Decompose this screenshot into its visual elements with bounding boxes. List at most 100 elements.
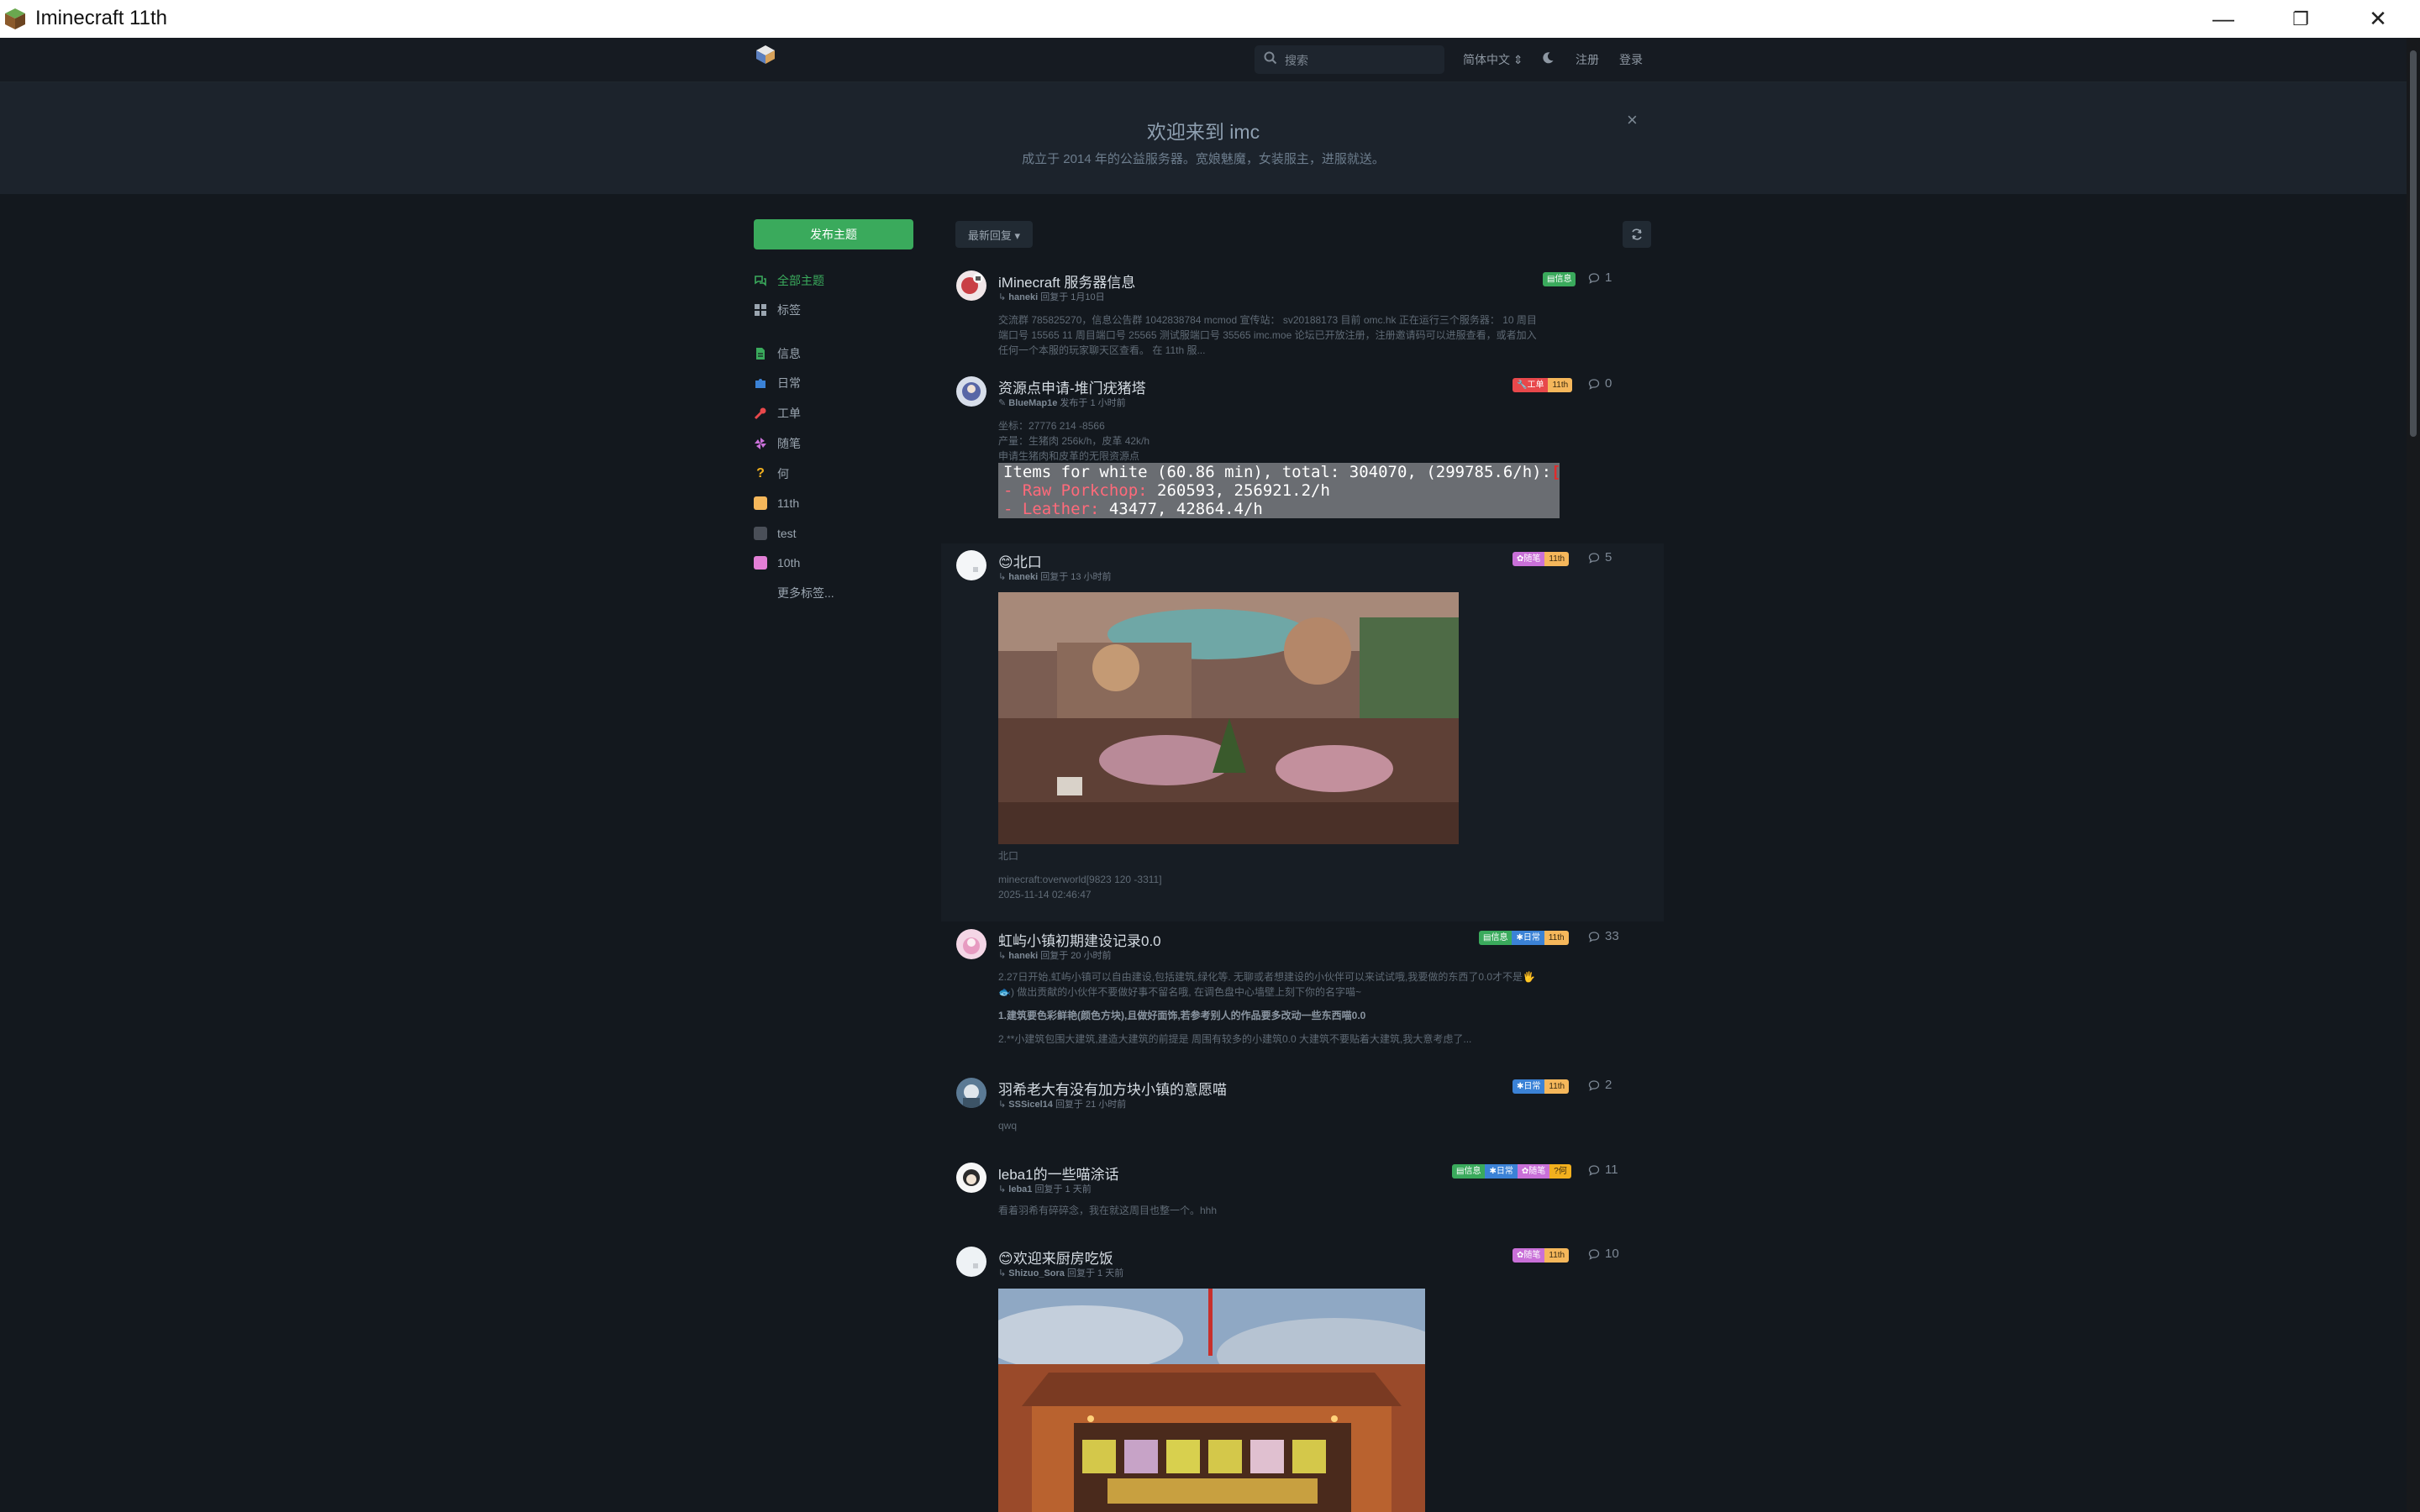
- tag-11th[interactable]: 11th: [1544, 931, 1569, 945]
- username[interactable]: leba1: [1008, 1184, 1032, 1194]
- tag-group[interactable]: ▤信息 ✱日常 ✿随笔 ?何: [1452, 1164, 1571, 1179]
- discussion-title[interactable]: 😊欢迎来厨房吃饭: [998, 1247, 1113, 1268]
- tag-daily[interactable]: ✱日常: [1485, 1164, 1518, 1179]
- maximize-button[interactable]: ❐: [2262, 0, 2339, 38]
- nav-tag-test[interactable]: test: [754, 523, 797, 543]
- discussion-title[interactable]: 😊北口: [998, 550, 1042, 571]
- reply-count-value: 33: [1605, 929, 1619, 943]
- tag-11th[interactable]: 11th: [1544, 1079, 1570, 1094]
- tag-info[interactable]: ▤信息: [1452, 1164, 1486, 1179]
- avatar[interactable]: [956, 550, 986, 580]
- reply-count-value: 5: [1605, 550, 1612, 564]
- new-topic-button[interactable]: 发布主题: [754, 219, 913, 249]
- tag-11th[interactable]: 11th: [1548, 378, 1573, 392]
- tag-color-swatch: [754, 496, 767, 510]
- discussion-item[interactable]: 资源点申请-堆门疣猪塔 ✎ BlueMap1e 发布于 1 小时前 坐标：277…: [941, 376, 1664, 523]
- tag-group[interactable]: ▤信息 ✱日常 11th: [1479, 931, 1569, 945]
- nav-tag-question[interactable]: ? 何: [754, 464, 789, 484]
- avatar[interactable]: [956, 1247, 986, 1277]
- more-tags-link[interactable]: 更多标签...: [777, 583, 834, 603]
- nav-tag-10th[interactable]: 10th: [754, 553, 800, 573]
- nav-all-discussions[interactable]: 全部主题: [754, 270, 824, 291]
- panel-text: Items for white (60.86 min), total: 3040…: [1003, 463, 1552, 481]
- avatar[interactable]: [956, 376, 986, 407]
- discussion-item[interactable]: 😊北口 ↳ haneki 回复于 13 小时前 北口 minecraft:ove…: [941, 550, 1664, 903]
- panel-close-mark: [X]: [1551, 463, 1560, 481]
- discussion-title[interactable]: leba1的一些喵涂话: [998, 1163, 1119, 1184]
- excerpt-line: 🐟) 做出贡献的小伙伴不要做好事不留名哦, 在调色盘中心墙壁上刻下你的名字喵~: [998, 986, 1361, 998]
- panel-item-value: 260593, 256921.2/h: [1147, 481, 1330, 500]
- tag-daily[interactable]: ✱日常: [1512, 931, 1544, 945]
- avatar[interactable]: [956, 929, 986, 959]
- avatar[interactable]: [956, 1078, 986, 1108]
- nav-tags[interactable]: 标签: [754, 300, 801, 320]
- tag-daily[interactable]: ✱日常: [1512, 1079, 1545, 1094]
- discussion-title[interactable]: 虹屿小镇初期建设记录0.0: [998, 929, 1161, 950]
- discussion-item[interactable]: 羽希老大有没有加方块小镇的意愿喵 ↳ SSSicel14 回复于 21 小时前 …: [941, 1078, 1664, 1145]
- username[interactable]: haneki: [1008, 292, 1038, 302]
- comment-icon: [1588, 1079, 1600, 1091]
- nav-label: 随笔: [777, 437, 801, 450]
- meta-action: 回复于 1月10日: [1040, 292, 1105, 302]
- nav-tag-ticket[interactable]: 工单: [754, 403, 801, 423]
- avatar[interactable]: [956, 270, 986, 301]
- reply-count-value: 11: [1605, 1163, 1618, 1177]
- tag-group[interactable]: ✿随笔 11th: [1512, 1248, 1570, 1263]
- tag-essay[interactable]: ✿随笔: [1512, 1248, 1545, 1263]
- panel-item-name: - Raw Porkchop:: [1003, 481, 1148, 500]
- tag-group[interactable]: ✿随笔 11th: [1512, 552, 1570, 566]
- tag-info[interactable]: ▤信息: [1479, 931, 1512, 945]
- tag-group[interactable]: ▤信息: [1543, 272, 1576, 286]
- nav-label: 信息: [777, 347, 801, 360]
- discussion-item[interactable]: leba1的一些喵涂话 ↳ leba1 回复于 1 天前 看着羽希有碎碎念，我在…: [941, 1163, 1664, 1230]
- nav-tag-11th[interactable]: 11th: [754, 493, 799, 513]
- username[interactable]: haneki: [1008, 572, 1038, 582]
- tag-essay[interactable]: ✿随笔: [1517, 1164, 1550, 1179]
- discussion-title[interactable]: 资源点申请-堆门疣猪塔: [998, 376, 1146, 397]
- meta-action: 回复于 1 天前: [1066, 1268, 1124, 1278]
- username[interactable]: Shizuo_Sora: [1008, 1268, 1065, 1278]
- username[interactable]: haneki: [1008, 951, 1038, 961]
- hero-close-button[interactable]: ×: [1627, 109, 1638, 131]
- language-selector[interactable]: 简体中文 ⇕: [1463, 51, 1523, 68]
- login-link[interactable]: 登录: [1619, 51, 1643, 68]
- meta-action: 回复于 21 小时前: [1055, 1100, 1127, 1110]
- nav-tag-essay[interactable]: 随笔: [754, 433, 801, 454]
- screenshot-image[interactable]: [998, 592, 1459, 844]
- discussion-item[interactable]: 😊欢迎来厨房吃饭 ↳ Shizuo_Sora 回复于 1 天前 ✿随笔 11th…: [941, 1247, 1664, 1512]
- moon-icon[interactable]: [1541, 51, 1555, 65]
- close-window-button[interactable]: ✕: [2339, 0, 2417, 38]
- tag-info[interactable]: ▤信息: [1543, 272, 1576, 286]
- reply-count: 10: [1588, 1247, 1619, 1261]
- minimize-button[interactable]: —: [2185, 0, 2262, 38]
- kitchen-image[interactable]: [998, 1289, 1425, 1512]
- search-input[interactable]: [1283, 50, 1438, 71]
- reply-count: 0: [1588, 376, 1612, 391]
- window-titlebar: Iminecraft 11th — ❐ ✕: [0, 0, 2420, 39]
- nav-tag-info[interactable]: 信息: [754, 344, 801, 364]
- username[interactable]: SSSicel14: [1008, 1100, 1053, 1110]
- tag-11th[interactable]: 11th: [1544, 552, 1570, 566]
- register-link[interactable]: 注册: [1576, 51, 1599, 68]
- discussion-title[interactable]: iMinecraft 服务器信息: [998, 270, 1135, 291]
- sort-dropdown[interactable]: 最新回复 ▾: [955, 221, 1033, 248]
- discussion-excerpt: 北口 minecraft:overworld[9823 120 -3311] 2…: [998, 848, 1570, 902]
- refresh-button[interactable]: [1623, 221, 1651, 248]
- tag-11th[interactable]: 11th: [1544, 1248, 1570, 1263]
- tag-question[interactable]: ?何: [1549, 1164, 1571, 1179]
- tag-ticket[interactable]: 🔧工单: [1512, 378, 1549, 392]
- avatar[interactable]: [956, 1163, 986, 1193]
- tag-essay[interactable]: ✿随笔: [1512, 552, 1545, 566]
- tag-color-swatch: [754, 527, 767, 540]
- nav-label: test: [777, 527, 797, 540]
- discussion-item[interactable]: 虹屿小镇初期建设记录0.0 ↳ haneki 回复于 20 小时前 2.27日开…: [941, 929, 1664, 1055]
- scrollbar-thumb[interactable]: [2410, 50, 2417, 437]
- site-logo-icon[interactable]: [755, 44, 776, 66]
- discussion-item[interactable]: iMinecraft 服务器信息 ↳ haneki 回复于 1月10日 交流群 …: [941, 270, 1664, 356]
- username[interactable]: BlueMap1e: [1008, 398, 1057, 408]
- nav-tag-daily[interactable]: 日常: [754, 373, 801, 393]
- panel-line: - Raw Porkchop: 260593, 256921.2/h: [1003, 481, 1555, 500]
- tag-group[interactable]: ✱日常 11th: [1512, 1079, 1570, 1094]
- discussion-title[interactable]: 羽希老大有没有加方块小镇的意愿喵: [998, 1078, 1227, 1099]
- tag-group[interactable]: 🔧工单 11th: [1512, 378, 1573, 392]
